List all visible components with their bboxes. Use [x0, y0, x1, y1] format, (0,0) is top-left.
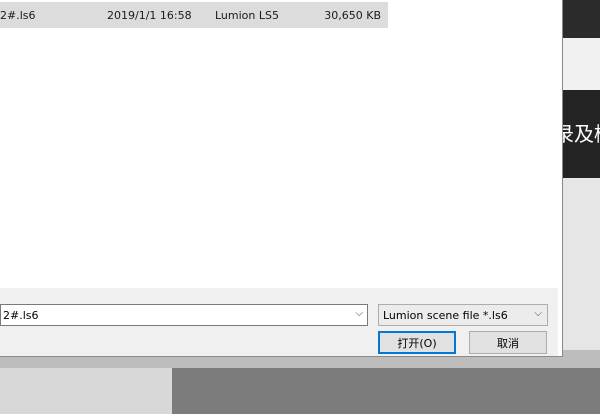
- file-type: Lumion LS5: [215, 9, 279, 22]
- file-name: 2#.ls6: [0, 9, 36, 22]
- filename-input[interactable]: 2#.ls6 ⌵: [0, 304, 368, 326]
- file-type-value: Lumion scene file *.ls6: [383, 309, 508, 322]
- file-size: 30,650 KB: [324, 9, 381, 22]
- file-type-select[interactable]: Lumion scene file *.ls6 ⌵: [378, 304, 548, 326]
- background-panel: [562, 178, 600, 350]
- file-date-modified: 2019/1/1 16:58: [107, 9, 192, 22]
- chevron-down-icon[interactable]: ⌵: [355, 308, 363, 319]
- chevron-down-icon: ⌵: [534, 308, 542, 319]
- file-list: 2#.ls6 2019/1/1 16:58 Lumion LS5 30,650 …: [0, 0, 558, 288]
- background-bottom-left: [0, 368, 172, 414]
- open-file-dialog: 2#.ls6 2019/1/1 16:58 Lumion LS5 30,650 …: [0, 0, 563, 357]
- background-header: [562, 0, 600, 38]
- cancel-button[interactable]: 取消: [469, 331, 547, 354]
- background-bottom-right: [172, 368, 600, 414]
- background-strip: [562, 38, 600, 90]
- filename-value: 2#.ls6: [3, 309, 39, 322]
- file-row-selected[interactable]: 2#.ls6 2019/1/1 16:58 Lumion LS5 30,650 …: [0, 2, 388, 28]
- open-button[interactable]: 打开(O): [378, 331, 456, 354]
